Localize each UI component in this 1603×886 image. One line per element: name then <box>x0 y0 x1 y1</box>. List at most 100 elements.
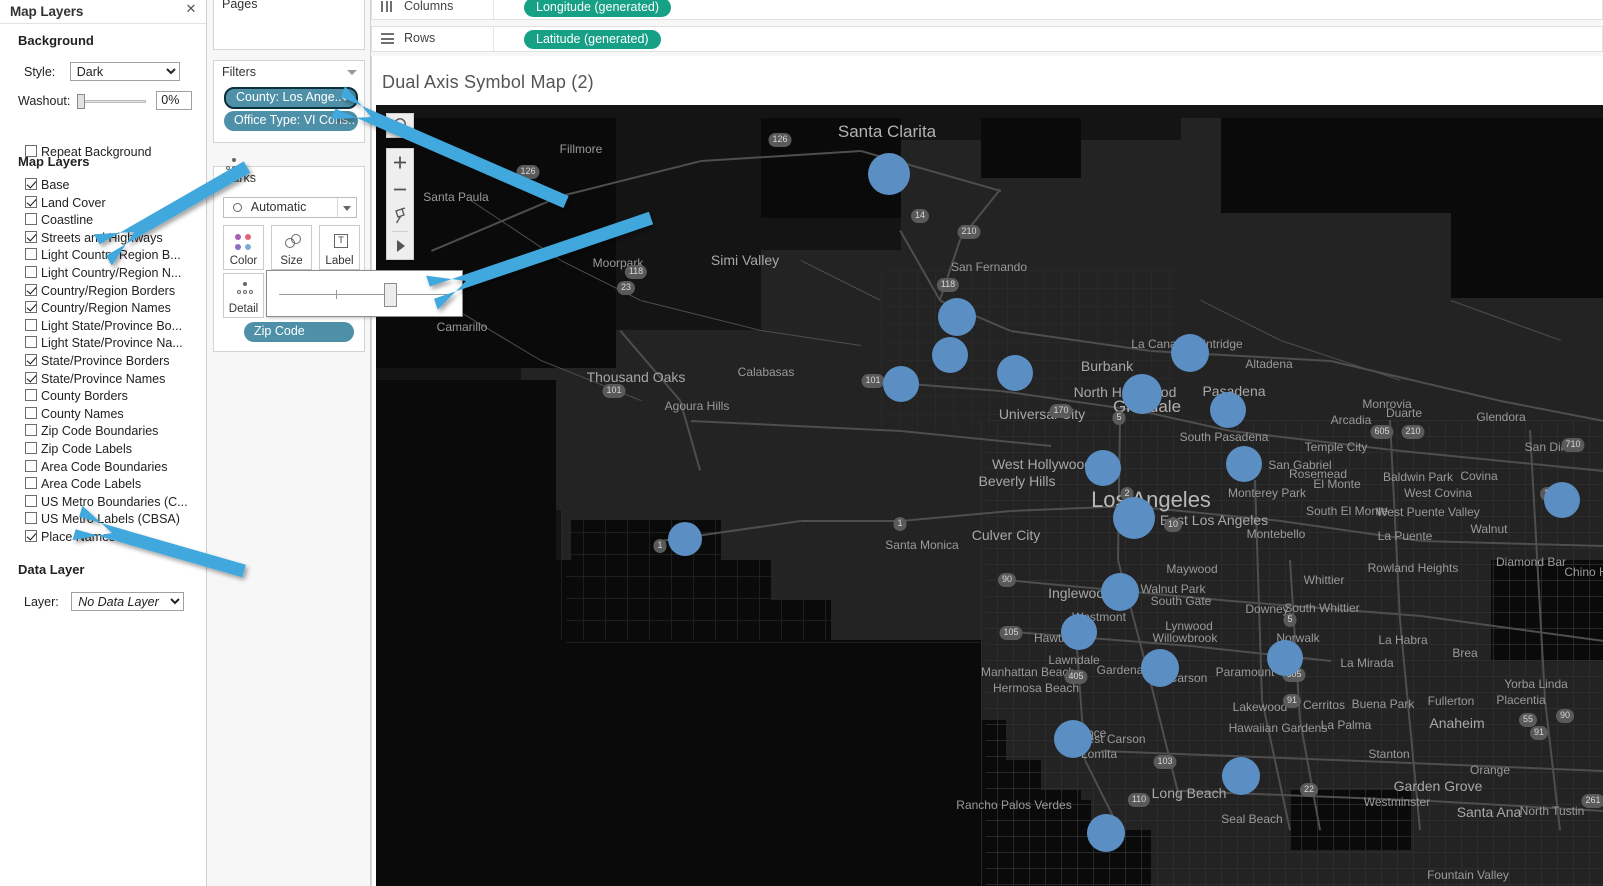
map-data-point[interactable] <box>1171 334 1209 372</box>
map-layer-row[interactable]: Land Cover <box>0 194 206 212</box>
style-select[interactable]: NormalLightDarkStreetsSatelliteOutdoors <box>69 62 180 81</box>
map-layer-checkbox[interactable] <box>25 195 37 208</box>
filter-pill-office-type[interactable]: Office Type: VI Cons.. <box>224 111 358 131</box>
washout-slider-thumb[interactable] <box>76 93 85 109</box>
data-layer-select[interactable]: No Data LayerPopulationHouseholdsMedian … <box>71 592 185 611</box>
map-search-control[interactable] <box>386 113 414 138</box>
map-data-point[interactable] <box>1222 757 1260 795</box>
map-data-point[interactable] <box>1054 720 1092 758</box>
filter-pill-county[interactable]: County: Los Ange.. <box>224 87 358 109</box>
map-layer-checkbox[interactable] <box>25 213 37 226</box>
map-data-point[interactable] <box>1210 392 1246 428</box>
map-data-point[interactable] <box>938 298 976 336</box>
map-layer-checkbox[interactable] <box>25 283 37 296</box>
map-data-point[interactable] <box>883 366 919 402</box>
symbol-map[interactable]: Fillmore Santa Clarita Santa Paula Moorpark… <box>376 105 1603 886</box>
marks-color-button[interactable]: Color <box>223 225 264 270</box>
map-data-point[interactable] <box>1061 614 1097 650</box>
map-layer-row[interactable]: Country/Region Names <box>0 299 206 317</box>
chevron-down-icon[interactable] <box>341 96 349 101</box>
map-street-line <box>981 420 982 886</box>
washout-value[interactable]: 0% <box>156 91 193 110</box>
map-data-point[interactable] <box>1141 649 1179 687</box>
rows-pill-latitude[interactable]: Latitude (generated) <box>524 30 661 49</box>
map-layer-checkbox[interactable] <box>25 230 37 243</box>
close-icon[interactable]: ✕ <box>184 2 198 16</box>
map-street-line <box>1493 420 1494 886</box>
map-data-point[interactable] <box>1087 814 1125 852</box>
rows-shelf[interactable]: Rows Latitude (generated) <box>371 26 1603 52</box>
size-slider-popup[interactable] <box>266 270 463 317</box>
map-layer-checkbox[interactable] <box>25 336 37 349</box>
map-layer-row[interactable]: Light Country/Region N... <box>0 264 206 282</box>
expand-icon[interactable] <box>387 233 413 259</box>
columns-pill-longitude[interactable]: Longitude (generated) <box>524 0 672 17</box>
map-layer-checkbox[interactable] <box>25 389 37 402</box>
map-layer-checkbox[interactable] <box>25 318 37 331</box>
map-layer-row[interactable]: Zip Code Labels <box>0 440 206 458</box>
map-data-point[interactable] <box>932 337 968 373</box>
map-data-point[interactable] <box>997 355 1033 391</box>
map-data-point[interactable] <box>1122 374 1162 414</box>
map-layer-row[interactable]: State/Province Borders <box>0 352 206 370</box>
map-layer-row[interactable]: Area Code Labels <box>0 475 206 493</box>
marks-detail-button[interactable]: Detail <box>223 273 264 318</box>
zoom-in-icon[interactable] <box>387 149 413 176</box>
map-layer-row[interactable]: Light State/Province Na... <box>0 334 206 352</box>
map-layer-row[interactable]: Light Country/Region B... <box>0 246 206 264</box>
map-layer-row[interactable]: County Names <box>0 405 206 423</box>
map-layer-row[interactable]: Base <box>0 176 206 194</box>
map-layer-checkbox[interactable] <box>25 248 37 261</box>
map-layer-row[interactable]: Country/Region Borders <box>0 282 206 300</box>
map-layer-checkbox[interactable] <box>25 265 37 278</box>
filters-caret-icon[interactable] <box>347 70 357 75</box>
size-slider-thumb[interactable] <box>384 283 397 307</box>
map-layer-row[interactable]: Zip Code Boundaries <box>0 422 206 440</box>
map-data-point[interactable] <box>1101 573 1139 611</box>
map-layer-label: County Borders <box>41 389 128 404</box>
map-data-point[interactable] <box>668 522 702 556</box>
map-street-line <box>566 554 986 555</box>
map-layer-row[interactable]: US Metro Labels (CBSA) <box>0 510 206 528</box>
map-data-point[interactable] <box>1113 497 1155 539</box>
map-layer-row[interactable]: County Borders <box>0 387 206 405</box>
map-data-point[interactable] <box>868 153 910 195</box>
map-layer-row[interactable]: Area Code Boundaries <box>0 458 206 476</box>
map-layer-row[interactable]: Light State/Province Bo... <box>0 317 206 335</box>
mark-type-dropdown[interactable]: Automatic <box>223 197 357 218</box>
washout-label: Washout: <box>18 93 71 108</box>
map-layer-row[interactable]: Place Names <box>0 528 206 546</box>
map-street-line <box>1349 420 1350 886</box>
map-layer-checkbox[interactable] <box>25 512 37 525</box>
map-layer-checkbox[interactable] <box>25 441 37 454</box>
map-layer-checkbox[interactable] <box>25 424 37 437</box>
zoom-out-icon[interactable] <box>387 176 413 203</box>
map-layer-checkbox[interactable] <box>25 459 37 472</box>
chevron-down-icon[interactable] <box>337 198 356 217</box>
map-layer-row[interactable]: State/Province Names <box>0 370 206 388</box>
map-data-point[interactable] <box>1544 482 1580 518</box>
map-layer-row[interactable]: US Metro Boundaries (C... <box>0 493 206 511</box>
map-data-point[interactable] <box>1267 640 1303 676</box>
marks-size-button[interactable]: Size <box>271 225 312 270</box>
map-street-line <box>566 422 986 423</box>
washout-slider[interactable] <box>76 93 146 109</box>
map-layer-checkbox[interactable] <box>25 406 37 419</box>
pin-icon[interactable] <box>387 203 413 230</box>
map-layer-checkbox[interactable] <box>25 301 37 314</box>
marks-detail-pill-zipcode[interactable]: Zip Code <box>244 322 354 342</box>
map-layer-checkbox[interactable] <box>25 371 37 384</box>
columns-shelf[interactable]: Columns Longitude (generated) <box>371 0 1603 20</box>
map-street-line <box>986 836 1603 837</box>
map-layer-checkbox[interactable] <box>25 178 37 190</box>
map-layer-checkbox[interactable] <box>25 494 37 507</box>
map-data-point[interactable] <box>1085 450 1121 486</box>
map-data-point[interactable] <box>1226 446 1262 482</box>
marks-label-button[interactable]: T Label <box>319 225 360 270</box>
map-street-line <box>1045 420 1046 886</box>
map-layer-checkbox[interactable] <box>25 477 37 490</box>
map-layer-checkbox[interactable] <box>25 529 37 542</box>
map-layer-checkbox[interactable] <box>25 353 37 366</box>
map-layer-row[interactable]: Streets and Highways <box>0 229 206 247</box>
map-layer-row[interactable]: Coastline <box>0 211 206 229</box>
